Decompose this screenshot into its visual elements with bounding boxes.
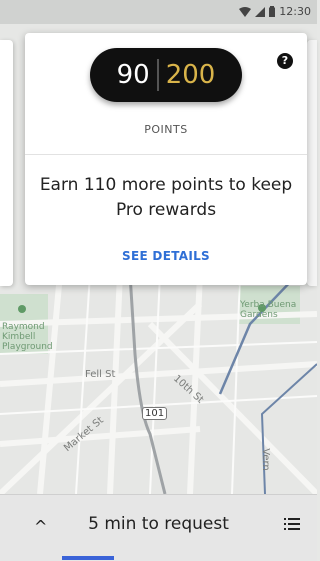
status-icons: 12:30 bbox=[239, 5, 311, 18]
wifi-icon bbox=[239, 6, 252, 17]
current-points: 90 bbox=[116, 60, 150, 90]
points-divider bbox=[156, 59, 159, 91]
rewards-message: Earn 110 more points to keep Pro rewards bbox=[39, 175, 293, 220]
status-bar: 12:30 bbox=[0, 0, 317, 24]
list-icon[interactable] bbox=[284, 517, 300, 531]
battery-icon bbox=[269, 6, 276, 17]
rewards-card: 90 200 ? POINTS Earn 110 more points to … bbox=[25, 33, 307, 285]
request-status-text[interactable]: 5 min to request bbox=[0, 514, 317, 534]
place-label-raymond-kimbell: Raymond Kimbell Playground bbox=[2, 322, 53, 352]
target-points: 200 bbox=[165, 60, 216, 90]
next-card-edge[interactable] bbox=[307, 40, 317, 286]
points-pill: 90 200 bbox=[90, 48, 242, 102]
bottom-bar: ^ 5 min to request bbox=[0, 494, 317, 561]
help-icon[interactable]: ? bbox=[277, 53, 293, 69]
street-label-fell: Fell St bbox=[85, 369, 116, 380]
previous-card-edge[interactable] bbox=[0, 40, 13, 286]
accent-bar bbox=[62, 556, 114, 560]
highway-label-101: 101 bbox=[142, 407, 168, 420]
status-time: 12:30 bbox=[279, 5, 311, 18]
street-label-vern: Vern bbox=[259, 448, 271, 471]
points-label: POINTS bbox=[144, 123, 188, 136]
see-details-link[interactable]: SEE DETAILS bbox=[25, 249, 307, 263]
card-divider bbox=[25, 154, 307, 155]
place-label-yerba-buena: Yerba Buena Gardens bbox=[240, 300, 297, 320]
signal-icon bbox=[255, 6, 266, 17]
